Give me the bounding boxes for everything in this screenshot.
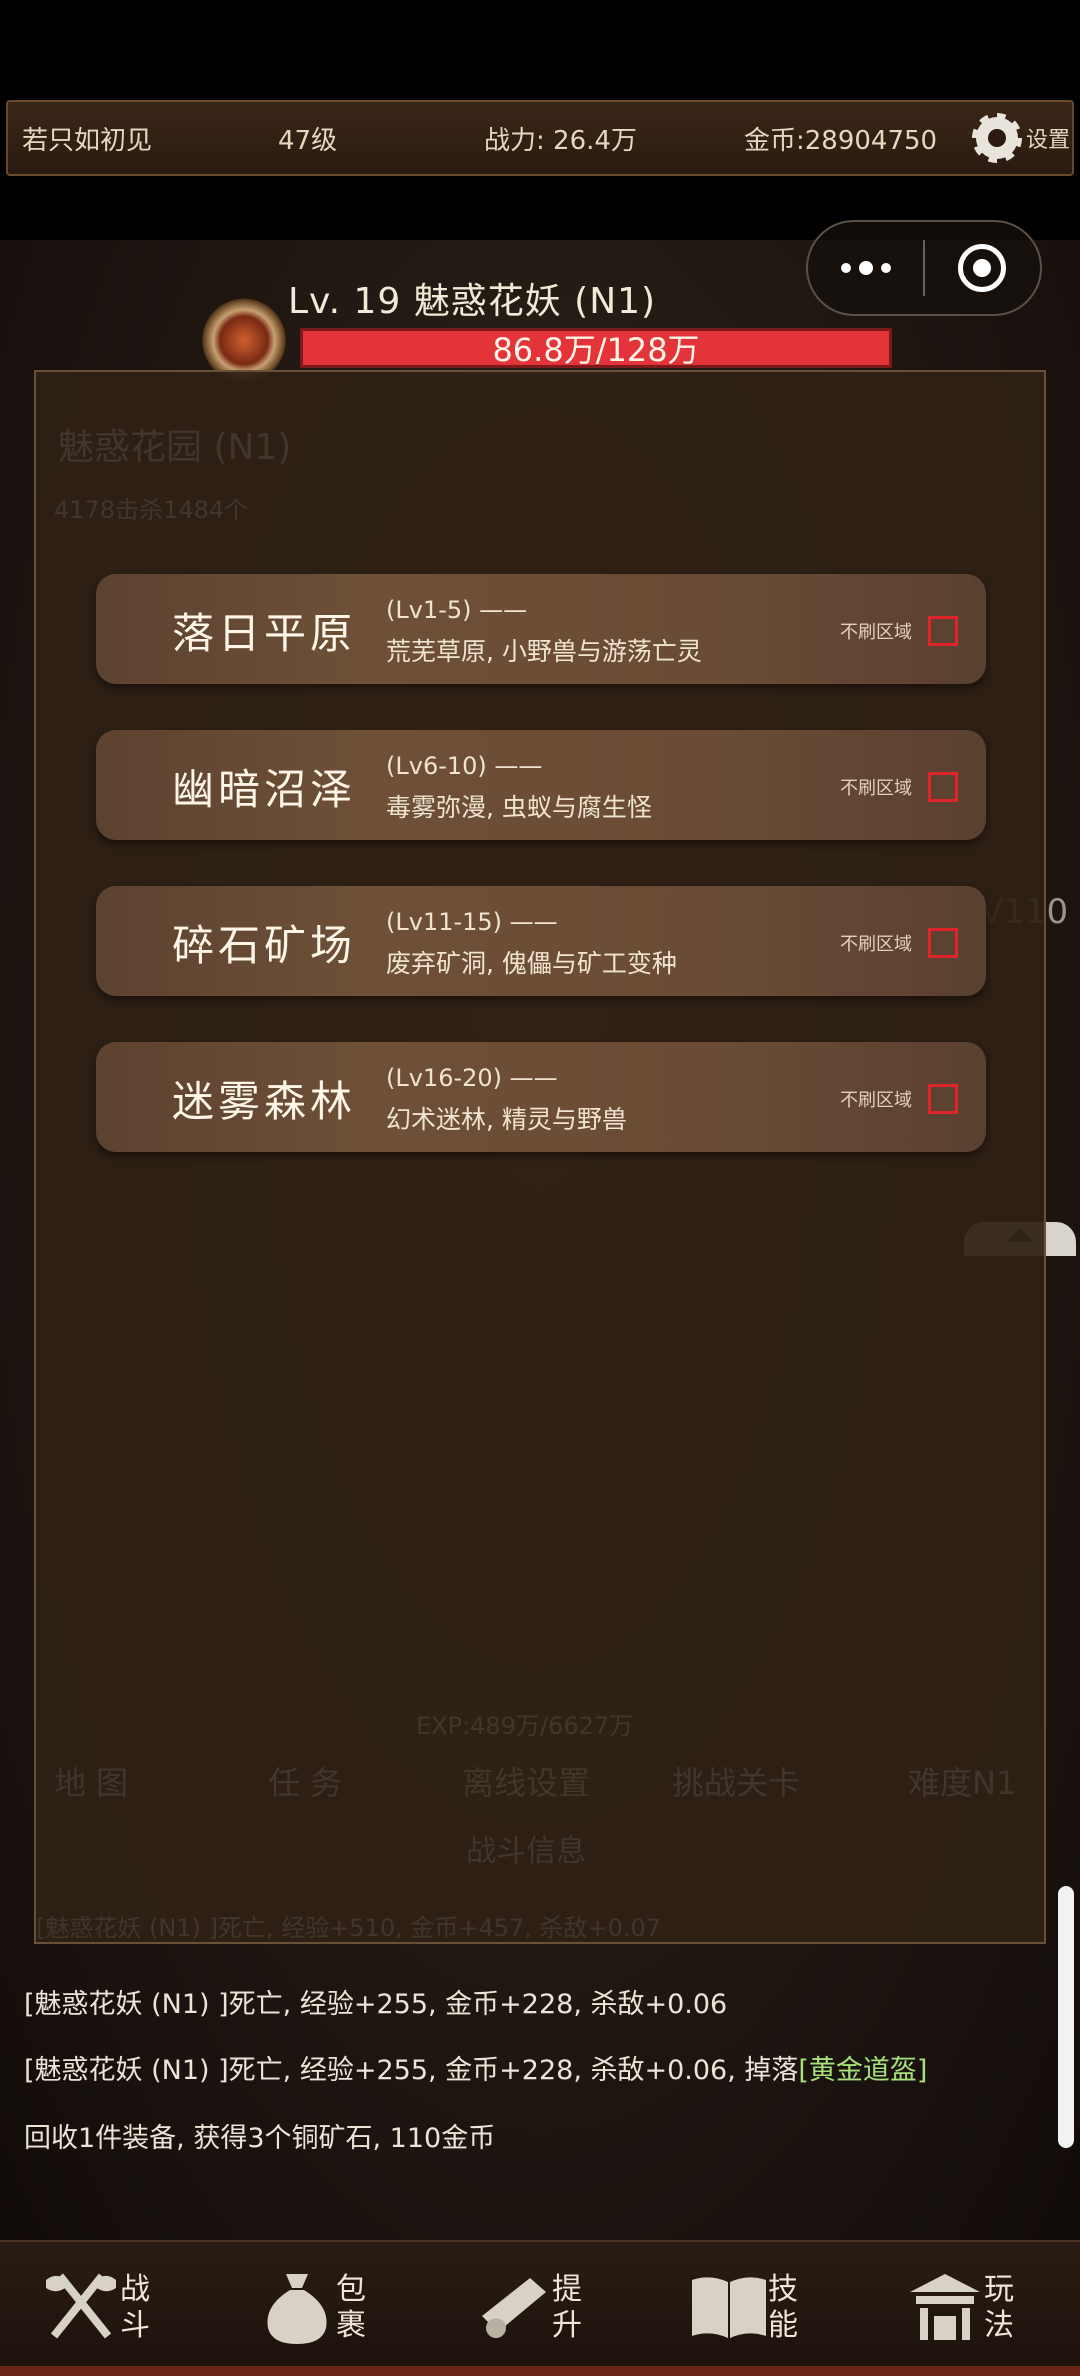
region-row[interactable]: 幽暗沼泽 (Lv6-10) —— 毒雾弥漫, 虫蚁与腐生怪 不刷区域 <box>96 730 986 840</box>
skip-checkbox[interactable] <box>928 616 958 646</box>
log-line: [魅惑花妖 (N1) ]死亡, 经验+255, 金币+228, 杀敌+0.06,… <box>24 2048 927 2087</box>
ghost-tab-challenge: 挑战关卡 <box>672 1764 801 1802</box>
nav-label: 提升 <box>552 2272 582 2343</box>
close-button[interactable] <box>925 222 1040 314</box>
skip-label: 不刷区域 <box>840 1090 912 1111</box>
region-title: 碎石矿场 <box>172 921 357 970</box>
skip-label: 不刷区域 <box>840 778 912 799</box>
settings-label: 设置 <box>1026 128 1071 153</box>
skip-checkbox[interactable] <box>928 1084 958 1114</box>
combat-power: 战力: 26.4万 <box>484 125 637 156</box>
region-desc: 荒芜草原, 小野兽与游荡亡灵 <box>386 637 702 666</box>
boss-emblem-icon <box>196 292 292 380</box>
nav-battle[interactable]: 战斗 <box>0 2242 216 2376</box>
region-title: 迷雾森林 <box>172 1077 357 1126</box>
ghost-tab-quest: 任 务 <box>268 1764 343 1802</box>
mini-program-capsule <box>806 220 1042 316</box>
ghost-log-line: [魅惑花妖 (N1) ]死亡, 经验+510, 金币+457, 杀敌+0.07 <box>36 1914 662 1942</box>
skip-label: 不刷区域 <box>840 934 912 955</box>
region-desc: 废弃矿洞, 傀儡与矿工变种 <box>386 949 677 978</box>
region-level: (Lv1-5) —— <box>386 596 528 624</box>
ghost-map-title: 魅惑花园 (N1) <box>58 427 292 468</box>
skip-checkbox[interactable] <box>928 928 958 958</box>
skip-checkbox[interactable] <box>928 772 958 802</box>
ghost-kill-count: 4178击杀1484个 <box>54 496 249 524</box>
region-level: (Lv11-15) —— <box>386 908 558 936</box>
ghost-tab-map: 地 图 <box>54 1764 129 1802</box>
bottom-edge <box>0 2366 1080 2376</box>
nav-bag[interactable]: 包裹 <box>216 2242 432 2376</box>
nav-upgrade[interactable]: 提升 <box>432 2242 648 2376</box>
log-text: [魅惑花妖 (N1) ]死亡, 经验+255, 金币+228, 杀敌+0.06,… <box>24 2055 799 2086</box>
temple-icon <box>910 2274 980 2340</box>
drop-item: [黄金道盔] <box>798 2055 928 2086</box>
scroll-icon <box>482 2278 546 2338</box>
region-row[interactable]: 落日平原 (Lv1-5) —— 荒芜草原, 小野兽与游荡亡灵 不刷区域 <box>96 574 986 684</box>
ghost-exp: EXP:489万/6627万 <box>416 1712 634 1740</box>
region-desc: 毒雾弥漫, 虫蚁与腐生怪 <box>386 793 652 822</box>
nav-label: 战斗 <box>120 2272 150 2343</box>
log-scrollbar[interactable] <box>1058 1886 1074 2148</box>
nav-label: 包裹 <box>336 2272 366 2343</box>
region-desc: 幻术迷林, 精灵与野兽 <box>386 1105 627 1134</box>
nav-label: 技能 <box>768 2272 798 2343</box>
ghost-tab-offline: 离线设置 <box>462 1764 591 1802</box>
boss-name: Lv. 19 魅惑花妖 (N1) <box>288 281 657 322</box>
skip-label: 不刷区域 <box>840 622 912 643</box>
bag-icon <box>267 2274 327 2344</box>
boss-hp-text: 86.8万/128万 <box>492 331 700 369</box>
region-level: (Lv6-10) —— <box>386 752 543 780</box>
nav-skills[interactable]: 技能 <box>648 2242 864 2376</box>
more-button[interactable] <box>808 222 923 314</box>
boss-hp-bar: 86.8万/128万 <box>300 328 892 369</box>
nav-label: 玩法 <box>984 2272 1014 2343</box>
ghost-section-title: 战斗信息 <box>466 1834 586 1869</box>
ghost-tab-difficulty: 难度N1 <box>908 1764 1017 1802</box>
region-row[interactable]: 碎石矿场 (Lv11-15) —— 废弃矿洞, 傀儡与矿工变种 不刷区域 <box>96 886 986 996</box>
gold-amount: 金币:28904750 <box>744 125 938 156</box>
crossed-axes-icon <box>46 2273 116 2339</box>
gear-icon <box>972 113 1022 163</box>
region-title: 落日平原 <box>172 609 357 658</box>
region-row[interactable]: 迷雾森林 (Lv16-20) —— 幻术迷林, 精灵与野兽 不刷区域 <box>96 1042 986 1152</box>
close-circle-icon <box>958 244 1007 292</box>
bottom-nav: 战斗 包裹 提升 技能 玩法 <box>0 2240 1080 2376</box>
player-level: 47级 <box>278 125 338 156</box>
region-panel: 魅惑花园 (N1) 4178击杀1484个 落日平原 (Lv1-5) —— 荒芜… <box>34 370 1046 1944</box>
settings-button[interactable]: 设置 <box>972 102 1071 174</box>
nav-play[interactable]: 玩法 <box>864 2242 1080 2376</box>
region-level: (Lv16-20) —— <box>386 1064 558 1092</box>
log-line: 回收1件装备, 获得3个铜矿石, 110金币 <box>24 2123 496 2154</box>
region-title: 幽暗沼泽 <box>172 765 357 814</box>
player-name: 若只如初见 <box>22 125 153 156</box>
top-status-bar: 若只如初见 47级 战力: 26.4万 金币:28904750 设置 <box>6 100 1074 176</box>
more-dots-icon <box>840 263 851 273</box>
log-line: [魅惑花妖 (N1) ]死亡, 经验+255, 金币+228, 杀敌+0.06 <box>24 1989 728 2020</box>
book-icon <box>692 2277 766 2338</box>
